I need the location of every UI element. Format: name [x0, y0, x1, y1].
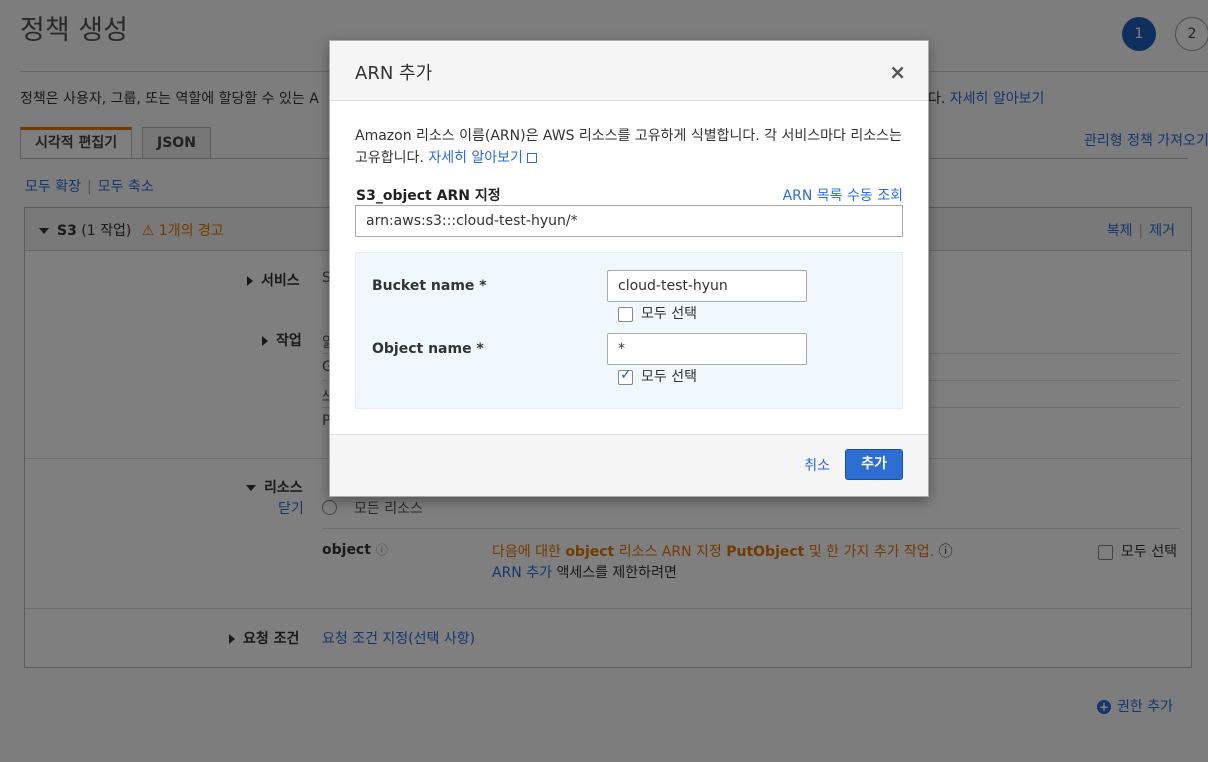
bucket-select-all[interactable]: 모두 선택	[618, 303, 697, 323]
modal-description: Amazon 리소스 이름(ARN)은 AWS 리소스를 고유하게 식별합니다.…	[355, 128, 902, 166]
modal-header: ARN 추가 ×	[330, 41, 928, 101]
object-select-all-checkbox[interactable]	[618, 367, 633, 385]
arn-input[interactable]: arn:aws:s3:::cloud-test-hyun/*	[355, 205, 903, 237]
add-arn-modal: ARN 추가 × Amazon 리소스 이름(ARN)은 AWS 리소스를 고유…	[329, 40, 929, 497]
object-name-input[interactable]: *	[607, 333, 807, 365]
modal-title: ARN 추가	[355, 63, 433, 84]
modal-learn-more-link[interactable]: 자세히 알아보기	[428, 150, 537, 166]
external-link-icon	[526, 153, 537, 163]
close-icon[interactable]: ×	[889, 60, 906, 84]
bucket-name-label: Bucket name *	[372, 278, 487, 294]
modal-footer: 취소 추가	[330, 434, 928, 496]
arn-list-link[interactable]: ARN 목록 수동 조회	[783, 185, 903, 205]
arn-field-label: S3_object ARN 지정	[356, 188, 501, 204]
bucket-select-all-checkbox[interactable]	[618, 306, 633, 322]
arn-components-panel: Bucket name * cloud-test-hyun 모두 선택 Obje…	[355, 252, 903, 409]
add-button[interactable]: 추가	[845, 449, 903, 480]
object-name-label: Object name *	[372, 341, 484, 357]
object-select-all[interactable]: 모두 선택	[618, 366, 697, 386]
cancel-button[interactable]: 취소	[804, 455, 830, 475]
bucket-name-input[interactable]: cloud-test-hyun	[607, 270, 807, 302]
